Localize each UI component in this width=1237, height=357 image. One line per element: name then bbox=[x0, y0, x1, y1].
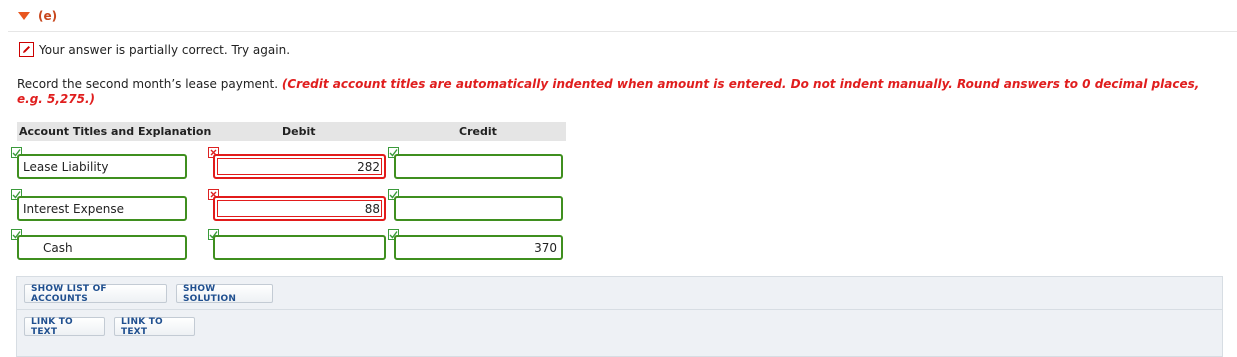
instruction-plain: Record the second month’s lease payment. bbox=[17, 77, 282, 91]
debit-value: 88 bbox=[364, 201, 380, 216]
pencil-icon bbox=[19, 42, 34, 57]
link-to-text-button[interactable]: LINK TO TEXT bbox=[114, 317, 195, 337]
collapse-triangle-icon[interactable] bbox=[18, 12, 30, 20]
credit-field[interactable]: 370 bbox=[394, 235, 563, 260]
debit-field[interactable]: 88 bbox=[213, 196, 386, 221]
account-field[interactable]: Cash bbox=[17, 235, 187, 260]
account-value: Lease Liability bbox=[23, 159, 109, 174]
account-value: Cash bbox=[43, 240, 73, 255]
instruction-text: Record the second month’s lease payment.… bbox=[17, 77, 1227, 107]
header-debit: Debit bbox=[282, 125, 316, 138]
status-text: Your answer is partially correct. Try ag… bbox=[39, 42, 291, 57]
debit-field[interactable]: 282 bbox=[213, 154, 386, 179]
debit-field[interactable] bbox=[213, 235, 386, 260]
section-header[interactable]: (e) bbox=[18, 9, 57, 23]
action-panel: SHOW LIST OF ACCOUNTS SHOW SOLUTION LINK… bbox=[16, 276, 1223, 357]
account-field[interactable]: Interest Expense bbox=[17, 196, 187, 221]
divider bbox=[8, 31, 1237, 32]
credit-field[interactable] bbox=[394, 196, 563, 221]
show-list-of-accounts-button[interactable]: SHOW LIST OF ACCOUNTS bbox=[24, 284, 167, 304]
credit-value: 370 bbox=[534, 240, 557, 255]
account-value: Interest Expense bbox=[23, 201, 124, 216]
show-solution-button[interactable]: SHOW SOLUTION bbox=[176, 284, 273, 304]
account-field[interactable]: Lease Liability bbox=[17, 154, 187, 179]
header-account: Account Titles and Explanation bbox=[19, 125, 212, 138]
section-label: (e) bbox=[38, 9, 58, 23]
answer-status: Your answer is partially correct. Try ag… bbox=[19, 42, 290, 57]
debit-value: 282 bbox=[357, 159, 380, 174]
header-credit: Credit bbox=[459, 125, 497, 138]
panel-divider bbox=[17, 309, 1222, 310]
link-to-text-button[interactable]: LINK TO TEXT bbox=[24, 317, 105, 337]
credit-field[interactable] bbox=[394, 154, 563, 179]
table-header: Account Titles and Explanation Debit Cre… bbox=[17, 122, 566, 141]
